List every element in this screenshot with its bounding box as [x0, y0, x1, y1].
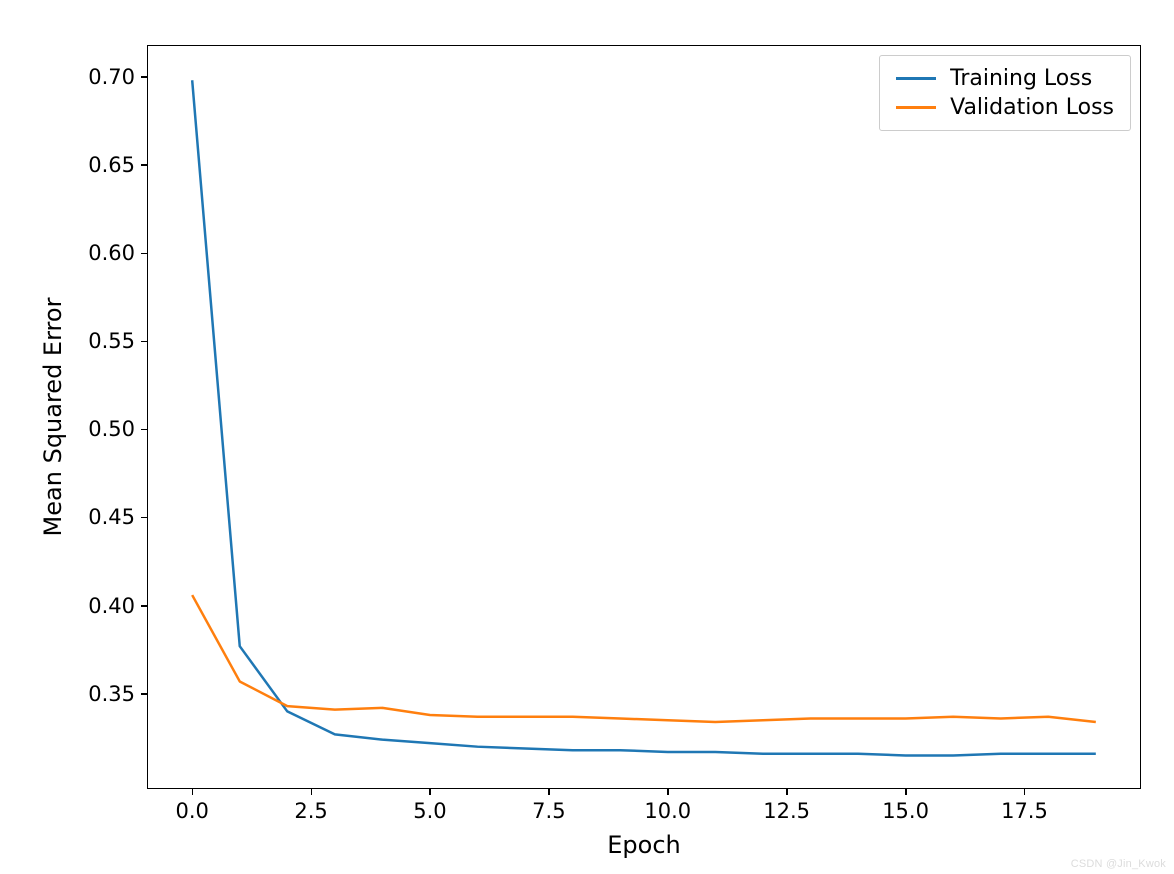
figure: Mean Squared Error Epoch 0.02.55.07.510.…	[0, 0, 1174, 874]
series-line	[192, 80, 1096, 755]
series-line	[192, 595, 1096, 722]
legend-label: Validation Loss	[950, 95, 1114, 120]
legend-entry: Validation Loss	[892, 93, 1118, 122]
legend-swatch	[896, 106, 936, 109]
legend: Training Loss Validation Loss	[879, 55, 1131, 131]
legend-label: Training Loss	[950, 66, 1092, 91]
plot-lines	[0, 0, 1174, 874]
legend-entry: Training Loss	[892, 64, 1118, 93]
legend-swatch	[896, 77, 936, 80]
watermark: CSDN @Jin_Kwok	[1071, 858, 1166, 870]
